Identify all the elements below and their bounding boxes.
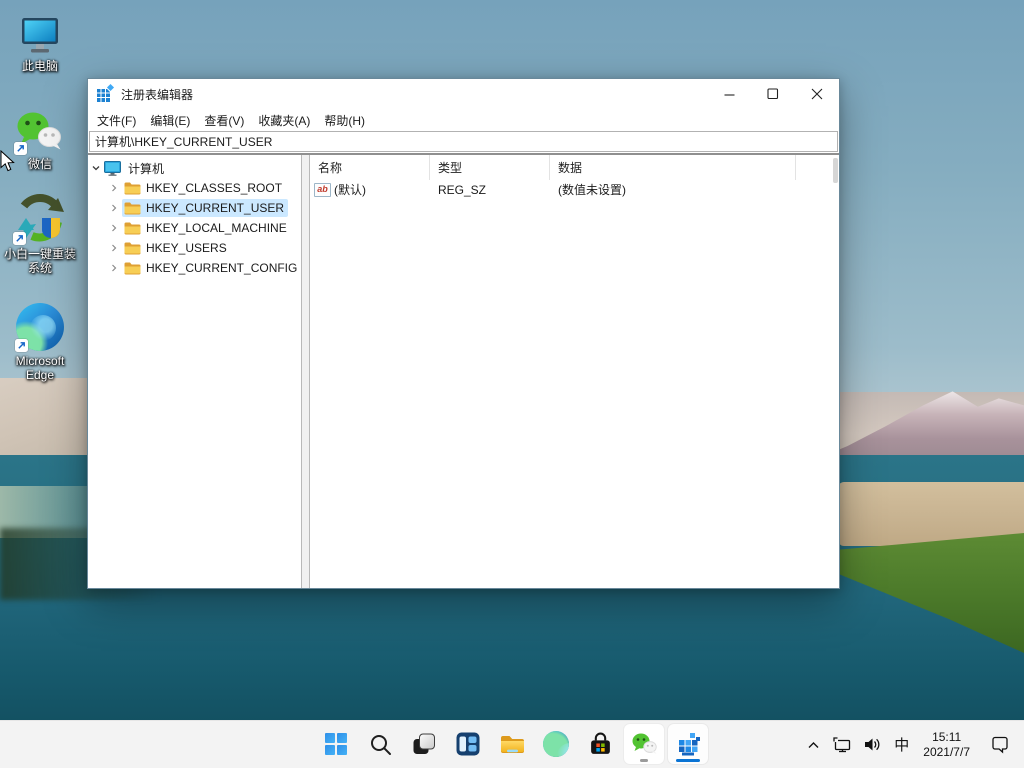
tree-item-computer[interactable]: 计算机 [88, 158, 301, 178]
system-tray: 中 15:11 2021/7/7 [801, 721, 1016, 768]
value-type: REG_SZ [438, 182, 487, 197]
chevron-down-icon[interactable] [88, 163, 104, 173]
chevron-right-icon[interactable] [106, 183, 122, 193]
desktop-icon-this-pc[interactable]: 此电脑 [0, 16, 80, 73]
chevron-right-icon[interactable] [106, 223, 122, 233]
this-pc-icon [18, 16, 62, 56]
network-icon[interactable] [826, 721, 857, 768]
desktop-icon-label: 小白一键重装系统 [3, 247, 76, 275]
active-indicator [676, 759, 700, 762]
address-path: 计算机\HKEY_CURRENT_USER [95, 135, 273, 149]
tree-item-label: HKEY_LOCAL_MACHINE [146, 221, 287, 235]
search-button[interactable] [360, 724, 400, 764]
tree-item-hkey-classes-root[interactable]: HKEY_CLASSES_ROOT [88, 178, 301, 198]
chevron-right-icon[interactable] [106, 263, 122, 273]
shortcut-arrow-icon [13, 232, 26, 245]
wechat-taskbar-button[interactable] [624, 724, 664, 764]
chevron-right-icon[interactable] [106, 243, 122, 253]
tree-item-label: HKEY_CURRENT_USER [146, 201, 285, 215]
desktop-icon-label: Microsoft Edge [15, 354, 65, 382]
maximize-button[interactable] [751, 79, 795, 109]
menu-favorites[interactable]: 收藏夹(A) [251, 109, 317, 132]
running-indicator [640, 759, 648, 762]
desktop-icon-edge[interactable]: Microsoft Edge [0, 303, 80, 382]
string-value-icon: ab [314, 182, 331, 197]
hidden-icons-chevron[interactable] [801, 721, 826, 768]
folder-icon [124, 222, 141, 235]
desktop-icon-xiaobai-reinstall[interactable]: 小白一键重装系统 [0, 192, 80, 275]
tree-item-hkey-local-machine[interactable]: HKEY_LOCAL_MACHINE [88, 218, 301, 238]
shortcut-arrow-icon [15, 339, 28, 352]
wechat-icon [14, 110, 65, 155]
desktop-icon-wechat[interactable]: 微信 [0, 110, 80, 171]
clock[interactable]: 15:11 2021/7/7 [915, 730, 978, 760]
computer-icon [104, 160, 121, 176]
tree-item-label: HKEY_USERS [146, 241, 227, 255]
tree-item-hkey-current-user[interactable]: HKEY_CURRENT_USER [88, 198, 301, 218]
desktop-icon-label: 此电脑 [21, 59, 58, 73]
value-data: (数值未设置) [558, 183, 626, 197]
volume-icon[interactable] [857, 721, 888, 768]
scrollbar-thumb[interactable] [833, 158, 838, 183]
folder-icon [124, 242, 141, 255]
clock-time: 15:11 [932, 729, 962, 744]
wallpaper-grass [838, 533, 1024, 653]
column-header-name[interactable]: 名称 [310, 155, 430, 180]
registry-editor-icon [97, 83, 115, 102]
close-button[interactable] [795, 79, 839, 109]
menu-edit[interactable]: 编辑(E) [143, 109, 197, 132]
start-button[interactable] [316, 724, 356, 764]
registry-tree-panel: 计算机 HKEY_CLASSES_ROOT HKEY_CURRENT_USER … [88, 155, 301, 588]
edge-icon [15, 303, 64, 352]
window-controls [707, 79, 839, 109]
window-title: 注册表编辑器 [121, 87, 194, 102]
chevron-right-icon[interactable] [106, 203, 122, 213]
taskbar: 中 15:11 2021/7/7 [0, 720, 1024, 768]
edge-button[interactable] [536, 724, 576, 764]
menu-help[interactable]: 帮助(H) [317, 109, 372, 132]
folder-icon [124, 262, 141, 275]
taskbar-center-icons [316, 724, 708, 764]
notification-center-icon[interactable] [978, 721, 1016, 768]
desktop-icon-label: 微信 [27, 157, 52, 171]
tree-item-hkey-users[interactable]: HKEY_USERS [88, 238, 301, 258]
folder-icon [124, 202, 141, 215]
title-bar[interactable]: 注册表编辑器 [88, 79, 839, 109]
file-explorer-button[interactable] [492, 724, 532, 764]
registry-editor-taskbar-button[interactable] [668, 724, 708, 764]
list-header: 名称 类型 数据 [310, 155, 839, 180]
widgets-button[interactable] [448, 724, 488, 764]
menu-view[interactable]: 查看(V) [197, 109, 251, 132]
tree-item-label: 计算机 [128, 161, 165, 176]
tree-item-label: HKEY_CURRENT_CONFIG [146, 261, 298, 275]
desktop: 此电脑 微信 小白一键重装系统 Microsoft Edge 注册表编辑器 文件… [0, 0, 1024, 768]
wallpaper-shore [838, 455, 1024, 721]
menu-file[interactable]: 文件(F) [90, 109, 143, 132]
panel-splitter[interactable] [301, 155, 310, 588]
column-header-type[interactable]: 类型 [430, 155, 550, 180]
menu-bar: 文件(F) 编辑(E) 查看(V) 收藏夹(A) 帮助(H) [88, 109, 839, 131]
tree-item-hkey-current-config[interactable]: HKEY_CURRENT_CONFIG [88, 258, 301, 278]
clock-date: 2021/7/7 [923, 744, 970, 759]
address-bar[interactable]: 计算机\HKEY_CURRENT_USER [89, 131, 838, 152]
task-view-button[interactable] [404, 724, 444, 764]
minimize-button[interactable] [707, 79, 751, 109]
tree-item-label: HKEY_CLASSES_ROOT [146, 181, 283, 195]
folder-icon [124, 182, 141, 195]
shortcut-arrow-icon [14, 142, 27, 155]
column-header-data[interactable]: 数据 [550, 155, 796, 180]
xiaobai-reinstall-icon [13, 192, 66, 245]
store-button[interactable] [580, 724, 620, 764]
values-panel: 名称 类型 数据 ab (默认) REG_SZ (数值未设置) [310, 155, 839, 588]
ime-indicator[interactable]: 中 [888, 721, 915, 768]
value-name: (默认) [334, 183, 366, 197]
registry-editor-window: 注册表编辑器 文件(F) 编辑(E) 查看(V) 收藏夹(A) 帮助(H) 计算… [87, 78, 840, 589]
value-row-default[interactable]: ab (默认) REG_SZ (数值未设置) [310, 180, 839, 199]
